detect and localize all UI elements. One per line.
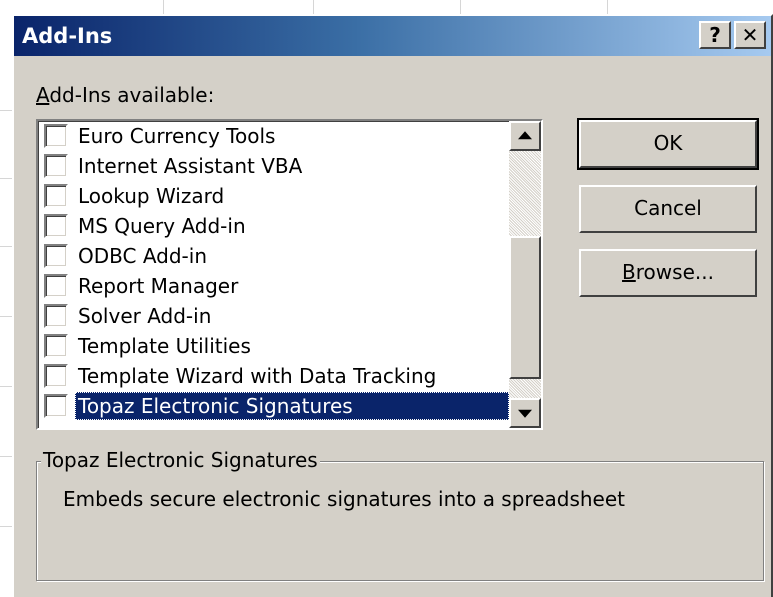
checkbox[interactable]: [44, 304, 68, 328]
scroll-up-button[interactable]: [509, 121, 541, 151]
list-item-label: Solver Add-in: [78, 304, 212, 328]
add-ins-listbox[interactable]: Euro Currency Tools Internet Assistant VB…: [36, 119, 543, 430]
list-item-label: Lookup Wizard: [78, 184, 225, 208]
title-bar[interactable]: Add-Ins ? ✕: [14, 16, 771, 56]
checkbox[interactable]: [44, 394, 68, 418]
sheet-gridline: [0, 526, 12, 527]
add-ins-available-label: Add-Ins available:: [36, 82, 214, 108]
browse-button[interactable]: Browse...: [579, 249, 757, 297]
help-button[interactable]: ?: [699, 21, 731, 49]
list-item-label: Topaz Electronic Signatures: [75, 392, 509, 420]
arrow-up-icon: [518, 131, 532, 140]
checkbox[interactable]: [44, 334, 68, 358]
checkbox[interactable]: [44, 124, 68, 148]
list-item[interactable]: Topaz Electronic Signatures: [41, 391, 509, 421]
sheet-gridline: [0, 316, 12, 317]
scroll-down-button[interactable]: [509, 398, 541, 428]
sheet-gridline: [0, 386, 12, 387]
scroll-thumb[interactable]: [509, 236, 541, 379]
checkbox[interactable]: [44, 244, 68, 268]
list-item[interactable]: Solver Add-in: [41, 301, 509, 331]
help-icon: ?: [709, 23, 721, 47]
list-item-label: MS Query Add-in: [78, 214, 246, 238]
list-item-label: ODBC Add-in: [78, 244, 208, 268]
checkbox[interactable]: [44, 364, 68, 388]
list-item[interactable]: Template Utilities: [41, 331, 509, 361]
list-item[interactable]: Lookup Wizard: [41, 181, 509, 211]
add-ins-dialog: Add-Ins ? ✕ Add-Ins available: Euro Curr…: [12, 14, 773, 597]
sheet-gridline: [313, 0, 314, 14]
list-item-label: Template Wizard with Data Tracking: [78, 364, 437, 388]
ok-button[interactable]: OK: [577, 118, 759, 170]
mnemonic-letter: B: [622, 260, 636, 284]
sheet-gridline: [163, 0, 164, 14]
checkbox[interactable]: [44, 154, 68, 178]
add-ins-list: Euro Currency Tools Internet Assistant VB…: [41, 121, 509, 421]
description-title: Topaz Electronic Signatures: [41, 447, 320, 473]
label-text: dd-Ins available:: [49, 83, 215, 107]
checkbox[interactable]: [44, 274, 68, 298]
vertical-scrollbar[interactable]: [509, 121, 541, 428]
cancel-button[interactable]: Cancel: [579, 185, 757, 233]
sheet-gridline: [0, 246, 12, 247]
checkbox[interactable]: [44, 214, 68, 238]
list-item[interactable]: Template Wizard with Data Tracking: [41, 361, 509, 391]
list-item[interactable]: Internet Assistant VBA: [41, 151, 509, 181]
close-button[interactable]: ✕: [734, 21, 766, 49]
close-icon: ✕: [741, 23, 759, 47]
description-text: Embeds secure electronic signatures into…: [63, 487, 626, 511]
dialog-title: Add-Ins: [22, 24, 113, 48]
list-item-label: Internet Assistant VBA: [78, 154, 303, 178]
list-item-label: Euro Currency Tools: [78, 124, 276, 148]
checkbox[interactable]: [44, 184, 68, 208]
list-item-label: Report Manager: [78, 274, 239, 298]
browse-button-label: rowse...: [635, 260, 714, 284]
list-item[interactable]: ODBC Add-in: [41, 241, 509, 271]
list-item[interactable]: Report Manager: [41, 271, 509, 301]
mnemonic-letter: A: [36, 83, 50, 107]
sheet-gridline: [0, 110, 12, 111]
arrow-down-icon: [518, 409, 532, 418]
list-item[interactable]: MS Query Add-in: [41, 211, 509, 241]
sheet-gridline: [460, 0, 461, 14]
list-item-label: Template Utilities: [78, 334, 251, 358]
sheet-gridline: [0, 456, 12, 457]
description-groupbox: Topaz Electronic Signatures Embeds secur…: [36, 447, 764, 581]
list-item[interactable]: Euro Currency Tools: [41, 121, 509, 151]
sheet-gridline: [0, 178, 12, 179]
sheet-gridline: [607, 0, 608, 14]
